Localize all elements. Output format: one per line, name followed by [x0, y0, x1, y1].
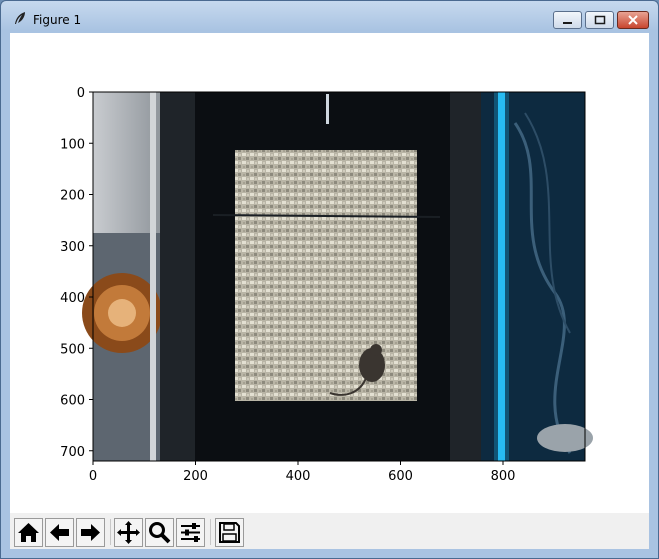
y-tick-label: 200 — [60, 189, 85, 204]
y-tick-label: 300 — [60, 240, 85, 255]
x-tick-label: 200 — [183, 469, 208, 484]
back-button[interactable] — [45, 518, 74, 547]
maximize-button[interactable] — [585, 11, 614, 29]
close-icon — [628, 15, 638, 25]
forward-button[interactable] — [76, 518, 105, 547]
arrow-right-icon — [81, 524, 100, 541]
y-axis: 0 100 200 300 400 500 600 700 — [60, 86, 93, 460]
sliders-icon — [181, 523, 200, 542]
y-tick-label: 600 — [60, 394, 85, 409]
minimize-button[interactable] — [553, 11, 582, 29]
arrow-left-icon — [50, 524, 69, 541]
x-tick-label: 400 — [286, 469, 311, 484]
title-bar[interactable]: Figure 1 — [1, 1, 658, 33]
figure-window: Figure 1 0 200 400 600 800 0 100 200 300… — [0, 0, 659, 559]
pan-button[interactable] — [114, 518, 143, 547]
y-tick-label: 0 — [77, 86, 85, 101]
close-button[interactable] — [617, 11, 649, 29]
plot-area[interactable]: 0 200 400 600 800 0 100 200 300 400 500 600 700 — [10, 33, 649, 513]
figure-canvas: 0 200 400 600 800 0 100 200 300 400 500 600 700 — [10, 33, 649, 549]
x-axis: 0 200 400 600 800 — [89, 461, 516, 484]
minimize-icon — [563, 22, 572, 24]
floppy-disk-icon — [219, 522, 240, 543]
navigation-toolbar — [10, 513, 649, 549]
home-button[interactable] — [14, 518, 43, 547]
move-icon — [117, 521, 140, 544]
home-icon — [18, 523, 39, 542]
toolbar-separator — [210, 519, 211, 545]
x-tick-label: 600 — [388, 469, 413, 484]
y-tick-label: 400 — [60, 291, 85, 306]
window-title: Figure 1 — [33, 13, 82, 27]
x-tick-label: 800 — [491, 469, 516, 484]
zoom-button[interactable] — [145, 518, 174, 547]
image-artwork — [82, 92, 593, 461]
feather-icon — [15, 12, 25, 24]
toolbar-separator — [110, 519, 111, 545]
x-tick-label: 0 — [89, 469, 97, 484]
y-tick-label: 100 — [60, 137, 85, 152]
maximize-icon — [594, 15, 606, 25]
save-button[interactable] — [215, 518, 244, 547]
y-tick-label: 500 — [60, 342, 85, 357]
magnifier-icon — [149, 522, 171, 544]
y-tick-label: 700 — [60, 445, 85, 460]
configure-subplots-button[interactable] — [176, 518, 205, 547]
